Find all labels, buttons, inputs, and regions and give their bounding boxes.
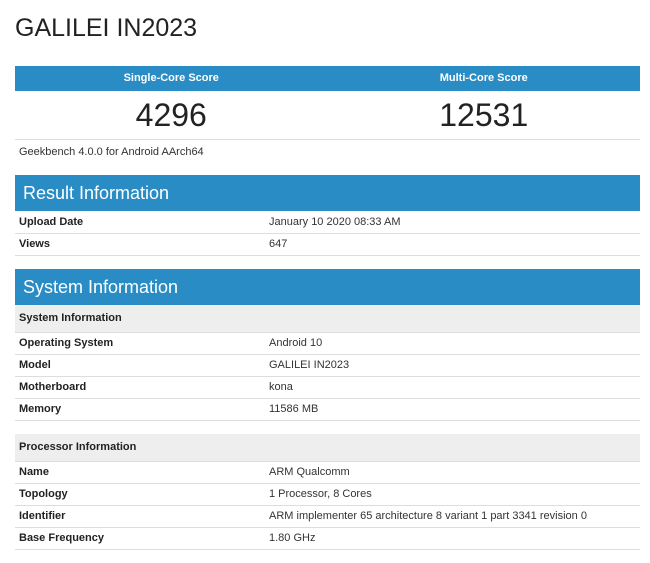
row-value: Android 10 (269, 337, 323, 349)
row-value: 11586 MB (269, 403, 319, 415)
table-row: Operating System Android 10 (15, 333, 640, 355)
row-key: Name (19, 466, 49, 478)
table-row: Name ARM Qualcomm (15, 462, 640, 484)
table-row: Model GALILEI IN2023 (15, 355, 640, 377)
result-information-header: Result Information (15, 175, 640, 211)
single-core-score: 4296 (135, 97, 207, 133)
multi-core-label: Multi-Core Score (439, 72, 528, 84)
row-value: GALILEI IN2023 (269, 359, 350, 371)
row-key: Topology (19, 488, 68, 500)
row-value: January 10 2020 08:33 AM (269, 216, 401, 228)
table-row: Base Frequency 1.80 GHz (15, 528, 640, 550)
score-values-row: 4296 12531 (15, 91, 640, 140)
single-core-label: Single-Core Score (123, 72, 219, 84)
row-value: ARM implementer 65 architecture 8 varian… (269, 510, 587, 522)
row-key: Model (19, 359, 51, 371)
table-row: Views 647 (15, 234, 640, 256)
table-row: Identifier ARM implementer 65 architectu… (15, 506, 640, 528)
version-note: Geekbench 4.0.0 for Android AArch64 (19, 146, 204, 158)
row-value: 1 Processor, 8 Cores (269, 488, 372, 500)
system-information-subheader: System Information (15, 305, 640, 333)
table-row: Memory 11586 MB (15, 399, 640, 421)
result-information-table: Upload Date January 10 2020 08:33 AM Vie… (15, 212, 640, 256)
row-key: Memory (19, 403, 62, 415)
row-value: kona (269, 381, 293, 393)
multi-core-score: 12531 (439, 97, 529, 133)
table-row: Motherboard kona (15, 377, 640, 399)
row-value: ARM Qualcomm (269, 466, 350, 478)
score-table: Single-Core Score Multi-Core Score 4296 … (15, 66, 640, 140)
row-key: Views (19, 238, 50, 250)
row-key: Identifier (19, 510, 66, 522)
system-information-table: System Information Operating System Andr… (15, 305, 640, 550)
system-information-header: System Information (15, 269, 640, 305)
table-row: Topology 1 Processor, 8 Cores (15, 484, 640, 506)
row-key: Upload Date (19, 216, 84, 228)
row-key: Operating System (19, 337, 114, 349)
row-key: Motherboard (19, 381, 87, 393)
score-table-header: Single-Core Score Multi-Core Score (15, 66, 640, 91)
page-title: GALILEI IN2023 (15, 14, 198, 42)
processor-information-subheader: Processor Information (15, 434, 640, 462)
row-value: 1.80 GHz (269, 532, 316, 544)
row-value: 647 (269, 238, 288, 250)
table-row: Upload Date January 10 2020 08:33 AM (15, 212, 640, 234)
row-key: Base Frequency (19, 532, 104, 544)
